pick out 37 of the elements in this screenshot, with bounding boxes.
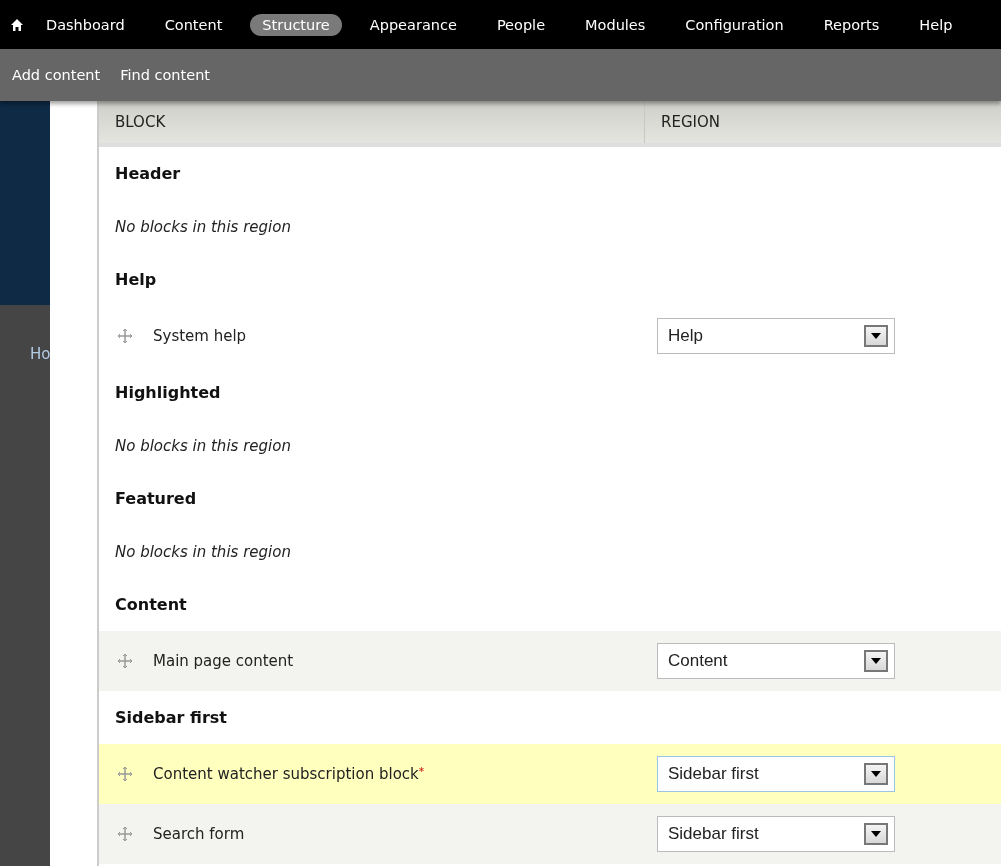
region-select[interactable]: Sidebar first (657, 816, 895, 852)
drag-handle-icon[interactable] (118, 767, 132, 781)
drag-handle-icon[interactable] (118, 329, 132, 343)
region-title: Content (114, 594, 188, 616)
region-select[interactable]: Sidebar first (657, 756, 895, 792)
region-title: Help (114, 269, 158, 291)
toolbar-menu-item[interactable]: People (484, 13, 558, 36)
toolbar-menu-item[interactable]: Content (152, 13, 235, 36)
home-icon[interactable] (10, 17, 24, 32)
drag-handle-icon[interactable] (118, 827, 132, 841)
region-title: Highlighted (114, 382, 222, 404)
toolbar-menu-item[interactable]: Help (907, 13, 965, 36)
region-select[interactable]: Content (657, 643, 895, 679)
region-select[interactable]: Help (657, 318, 895, 354)
block-name: Content watcher subscription block* (153, 765, 425, 783)
region-title: Sidebar first (114, 707, 228, 729)
changed-marker: * (418, 765, 425, 778)
empty-region-message: No blocks in this region (114, 541, 292, 563)
block-name: Search form (153, 825, 245, 843)
toolbar-menu-item[interactable]: Configuration (673, 13, 796, 36)
empty-region-message: No blocks in this region (114, 435, 292, 457)
toolbar-menu-item[interactable]: Modules (573, 13, 658, 36)
empty-region-message: No blocks in this region (114, 216, 292, 238)
breadcrumb-link[interactable]: Ho (0, 345, 50, 363)
shortcut-link[interactable]: Add content (12, 67, 101, 83)
toolbar-menu-item[interactable]: Structure (250, 13, 342, 36)
shortcut-link[interactable]: Find content (120, 67, 211, 83)
region-title: Featured (114, 488, 198, 510)
block-name: System help (153, 327, 247, 345)
toolbar-menu-item[interactable]: Dashboard (34, 13, 137, 36)
column-header: REGION (644, 101, 1001, 143)
toolbar-menu-item[interactable]: Appearance (357, 13, 469, 36)
region-title: Header (114, 163, 182, 185)
block-name: Main page content (153, 652, 294, 670)
toolbar-menu-item[interactable]: Reports (811, 13, 892, 36)
column-header: BLOCK (114, 112, 167, 133)
drag-handle-icon[interactable] (118, 654, 132, 668)
